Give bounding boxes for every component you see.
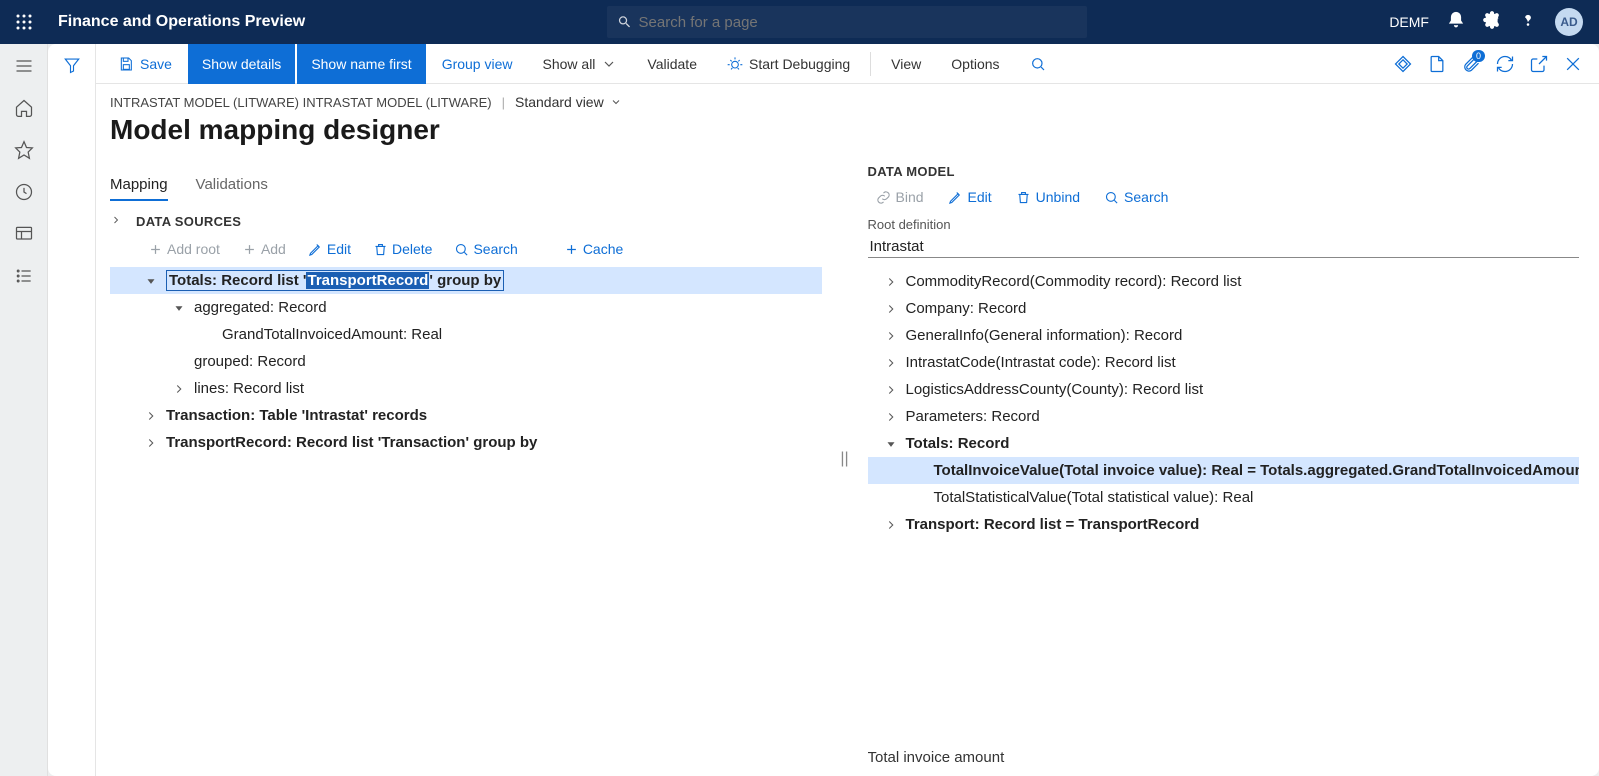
data-sources-header: DATA SOURCES [136, 214, 241, 229]
root-definition-label: Root definition [868, 217, 1580, 232]
attachments-count: 0 [1472, 50, 1485, 62]
global-search[interactable] [607, 6, 1087, 38]
dm-node-commodity[interactable]: CommodityRecord(Commodity record): Recor… [868, 268, 1580, 295]
data-model-header: DATA MODEL [868, 164, 1580, 179]
breadcrumb-path: INTRASTAT MODEL (LITWARE) INTRASTAT MODE… [110, 95, 492, 110]
clock-icon[interactable] [14, 182, 34, 202]
filter-pane-toggle[interactable] [48, 44, 96, 776]
dm-node-totalinvoicevalue[interactable]: TotalInvoiceValue(Total invoice value): … [868, 457, 1580, 484]
data-model-tree: CommodityRecord(Commodity record): Recor… [868, 268, 1580, 538]
group-view-button[interactable]: Group view [428, 44, 527, 84]
show-name-first-button[interactable]: Show name first [297, 44, 425, 84]
user-avatar[interactable]: AD [1555, 8, 1583, 36]
delete-button[interactable]: Delete [365, 239, 440, 259]
root-definition-value[interactable]: Intrastat [868, 236, 1580, 258]
app-title: Finance and Operations Preview [58, 13, 305, 31]
diamond-icon[interactable] [1393, 54, 1413, 74]
data-sources-panel: Mapping Validations DATA SOURCES Add roo… [110, 152, 822, 766]
popout-icon[interactable] [1529, 54, 1549, 74]
options-button[interactable]: Options [937, 44, 1013, 84]
tree-node-grouped[interactable]: grouped: Record [110, 348, 822, 375]
data-model-toolbar: Bind Edit Unbind Search [868, 187, 1580, 217]
tree-node-transaction[interactable]: Transaction: Table 'Intrastat' records [110, 402, 822, 429]
view-button[interactable]: View [877, 44, 935, 84]
refresh-icon[interactable] [1495, 54, 1515, 74]
dm-node-company[interactable]: Company: Record [868, 295, 1580, 322]
workspace-icon[interactable] [14, 224, 34, 244]
column-resize-handle[interactable]: || [840, 152, 850, 766]
data-sources-toolbar: Add root Add Edit Delete Search Cache [110, 235, 822, 267]
list-icon[interactable] [14, 266, 34, 286]
dm-node-logisticsaddress[interactable]: LogisticsAddressCounty(County): Record l… [868, 376, 1580, 403]
global-search-input[interactable] [639, 14, 1078, 31]
tree-node-totals[interactable]: Totals: Record list 'TransportRecord' gr… [110, 267, 822, 294]
chevron-right-icon[interactable] [110, 214, 122, 229]
tree-node-aggregated[interactable]: aggregated: Record [110, 294, 822, 321]
company-code[interactable]: DEMF [1389, 14, 1429, 30]
validate-button[interactable]: Validate [633, 44, 711, 84]
tab-mapping[interactable]: Mapping [110, 176, 168, 201]
start-debugging-button[interactable]: Start Debugging [713, 44, 864, 84]
dm-node-parameters[interactable]: Parameters: Record [868, 403, 1580, 430]
dm-node-transport[interactable]: Transport: Record list = TransportRecord [868, 511, 1580, 538]
home-icon[interactable] [14, 98, 34, 118]
footer-description: Total invoice amount [868, 739, 1580, 766]
view-selector[interactable]: Standard view [515, 94, 622, 110]
bell-icon[interactable] [1447, 11, 1465, 34]
unbind-button[interactable]: Unbind [1008, 187, 1088, 207]
open-excel-icon[interactable] [1427, 54, 1447, 74]
hamburger-icon[interactable] [14, 56, 34, 76]
dm-node-totalstatisticalvalue[interactable]: TotalStatisticalValue(Total statistical … [868, 484, 1580, 511]
tree-node-transportrecord[interactable]: TransportRecord: Record list 'Transactio… [110, 429, 822, 456]
close-icon[interactable] [1563, 54, 1583, 74]
add-root-button[interactable]: Add root [140, 239, 228, 259]
gear-icon[interactable] [1483, 11, 1501, 34]
tree-node-lines[interactable]: lines: Record list [110, 375, 822, 402]
action-pane: Save Show details Show name first Group … [96, 44, 1599, 84]
tree-node-grandtotal[interactable]: GrandTotalInvoicedAmount: Real [110, 321, 822, 348]
left-nav-rail [0, 44, 48, 776]
edit-button[interactable]: Edit [300, 239, 359, 259]
bind-button[interactable]: Bind [868, 187, 932, 207]
cache-button[interactable]: Cache [556, 239, 631, 259]
page-title: Model mapping designer [110, 114, 1579, 146]
tab-validations[interactable]: Validations [196, 176, 268, 201]
dm-node-intrastatcode[interactable]: IntrastatCode(Intrastat code): Record li… [868, 349, 1580, 376]
show-all-button[interactable]: Show all [529, 44, 632, 84]
star-icon[interactable] [14, 140, 34, 160]
data-sources-tree: Totals: Record list 'TransportRecord' gr… [110, 267, 822, 456]
add-button[interactable]: Add [234, 239, 294, 259]
dm-node-totals[interactable]: Totals: Record [868, 430, 1580, 457]
action-search-button[interactable] [1016, 44, 1060, 84]
show-details-button[interactable]: Show details [188, 44, 295, 84]
app-launcher-icon[interactable] [8, 6, 40, 38]
edit-dm-button[interactable]: Edit [940, 187, 1000, 207]
global-header: Finance and Operations Preview DEMF AD [0, 0, 1599, 44]
dm-node-generalinfo[interactable]: GeneralInfo(General information): Record [868, 322, 1580, 349]
save-button[interactable]: Save [104, 44, 186, 84]
help-icon[interactable] [1519, 11, 1537, 34]
search-dm-button[interactable]: Search [1096, 187, 1176, 207]
attachments-button[interactable]: 0 [1461, 54, 1481, 74]
search-button[interactable]: Search [446, 239, 525, 259]
breadcrumb: INTRASTAT MODEL (LITWARE) INTRASTAT MODE… [110, 94, 1579, 110]
data-model-panel: DATA MODEL Bind Edit Unbind Search Root … [868, 152, 1580, 766]
